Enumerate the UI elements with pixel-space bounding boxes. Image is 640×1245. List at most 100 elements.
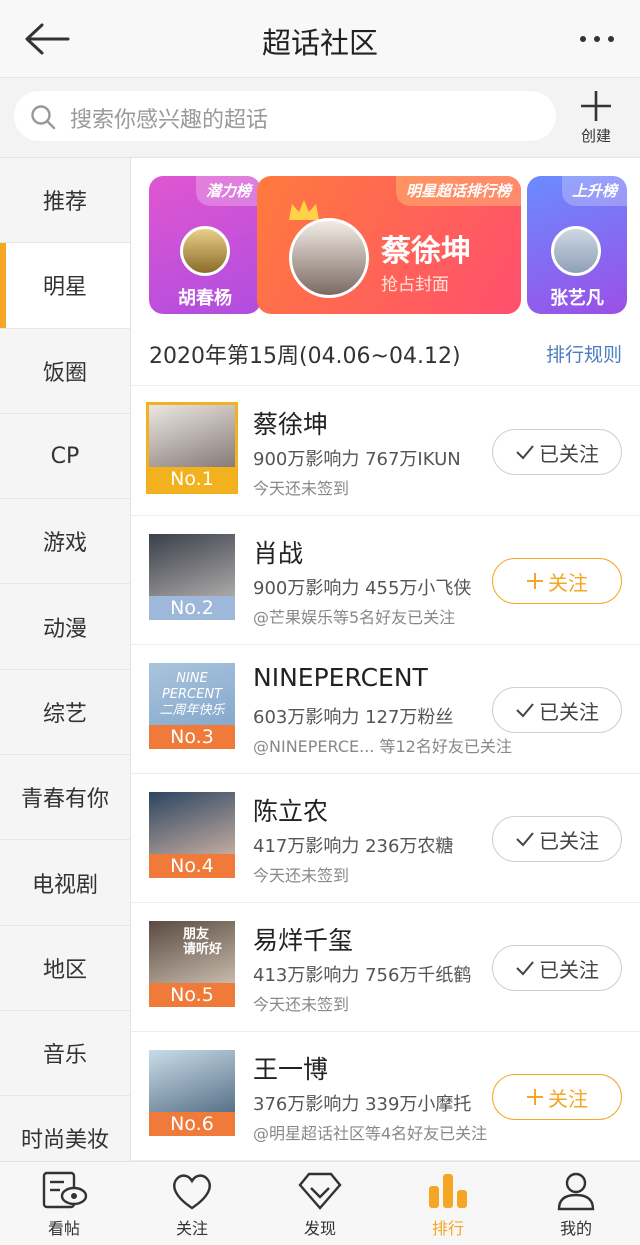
rising-list-card[interactable]: 上升榜 张艺凡 <box>527 176 627 314</box>
heart-icon <box>173 1174 211 1210</box>
rank-badge: No.6 <box>149 1112 235 1136</box>
star-thumbnail: No.2 <box>149 534 235 620</box>
followed-button[interactable]: 已关注 <box>492 429 622 475</box>
star-subtext: @明星超话社区等4名好友已关注 <box>253 1124 488 1143</box>
followed-button[interactable]: 已关注 <box>492 945 622 991</box>
check-icon <box>516 832 534 847</box>
star-subtext: 今天还未签到 <box>253 866 350 885</box>
followed-button[interactable]: 已关注 <box>492 687 622 733</box>
ranking-row[interactable]: 朋友 请听好 No.5 易烊千玺 413万影响力 756万千纸鹤 今天还未签到 … <box>131 903 640 1032</box>
banner-subtitle: 抢占封面 <box>381 275 449 295</box>
star-subtext: 今天还未签到 <box>253 995 350 1014</box>
avatar <box>551 226 601 276</box>
sidebar-item-music[interactable]: 音乐 <box>0 1011 130 1097</box>
search-row: 搜索你感兴趣的超话 创建 <box>0 78 640 158</box>
star-name: 王一博 <box>253 1055 329 1084</box>
top-star-name: 蔡徐坤 <box>381 234 471 269</box>
follow-button[interactable]: 关注 <box>492 558 622 604</box>
sidebar-item-anime[interactable]: 动漫 <box>0 584 130 670</box>
star-ranking-card[interactable]: 明星超话排行榜 蔡徐坤 抢占封面 <box>257 176 521 314</box>
star-thumbnail: NINE PERCENT 二周年快乐 No.3 <box>149 663 235 749</box>
sidebar-item-fandom[interactable]: 饭圈 <box>0 329 130 414</box>
thumb-text: NINE PERCENT 二周年快乐 <box>159 671 225 718</box>
star-name: 蔡徐坤 <box>253 410 329 439</box>
page-title: 超话社区 <box>261 26 378 60</box>
tab-posts[interactable]: 看帖 <box>0 1162 128 1245</box>
star-stats: 900万影响力 767万IKUN <box>253 449 461 470</box>
star-name: 易烊千玺 <box>253 926 354 955</box>
star-thumbnail: 朋友 请听好 No.5 <box>149 921 235 1007</box>
ranking-list: No.1 蔡徐坤 900万影响力 767万IKUN 今天还未签到 已关注 No.… <box>131 387 640 1161</box>
star-stats: 417万影响力 236万农糖 <box>253 836 454 857</box>
check-icon <box>516 703 534 718</box>
eye-doc-icon <box>42 1171 88 1209</box>
more-menu-icon[interactable] <box>580 36 614 42</box>
tab-label: 我的 <box>559 1219 592 1238</box>
tab-discover[interactable]: 发现 <box>256 1162 384 1245</box>
person-icon <box>557 1172 595 1211</box>
ranking-row[interactable]: No.2 肖战 900万影响力 455万小飞侠 @芒果娱乐等5名好友已关注 关注 <box>131 516 640 645</box>
week-label: 2020年第15周(04.06~04.12) <box>149 344 461 369</box>
ranking-banner: 潜力榜 胡春杨 明星超话排行榜 蔡徐坤 抢占封面 上升榜 张艺凡 <box>131 158 640 328</box>
tab-label: 看帖 <box>47 1219 80 1238</box>
sidebar-item-region[interactable]: 地区 <box>0 926 130 1011</box>
search-placeholder: 搜索你感兴趣的超话 <box>70 108 269 133</box>
star-stats: 900万影响力 455万小飞侠 <box>253 578 472 599</box>
star-ranking-tag: 明星超话排行榜 <box>395 176 521 206</box>
top-bar: 超话社区 <box>0 0 640 78</box>
sidebar-item-star[interactable]: 明星 <box>0 243 130 329</box>
star-subtext: @NINEPERCE... 等12名好友已关注 <box>253 737 512 756</box>
rising-list-tag: 上升榜 <box>561 176 627 206</box>
main-content: 潜力榜 胡春杨 明星超话排行榜 蔡徐坤 抢占封面 上升榜 张艺凡 2020年第1… <box>131 158 640 1161</box>
category-sidebar: 推荐 明星 饭圈 CP 游戏 动漫 综艺 青春有你 电视剧 地区 音乐 时尚美妆 <box>0 158 131 1182</box>
sidebar-item-games[interactable]: 游戏 <box>0 499 130 585</box>
tab-following[interactable]: 关注 <box>128 1162 256 1245</box>
star-subtext: @芒果娱乐等5名好友已关注 <box>253 608 456 627</box>
bottom-tab-bar: 看帖 关注 发现 排行 我的 <box>0 1161 640 1245</box>
star-stats: 376万影响力 339万小摩托 <box>253 1094 472 1115</box>
sidebar-item-tv[interactable]: 电视剧 <box>0 840 130 926</box>
star-thumbnail: No.4 <box>149 792 235 878</box>
star-stats: 413万影响力 756万千纸鹤 <box>253 965 472 986</box>
avatar <box>289 218 369 298</box>
potential-list-card[interactable]: 潜力榜 胡春杨 <box>149 176 261 314</box>
rank-badge: No.5 <box>149 983 235 1007</box>
sidebar-item-variety[interactable]: 综艺 <box>0 670 130 756</box>
sidebar-item-youth[interactable]: 青春有你 <box>0 755 130 841</box>
rank-badge: No.4 <box>149 854 235 878</box>
ranking-row[interactable]: No.6 王一博 376万影响力 339万小摩托 @明星超话社区等4名好友已关注… <box>131 1032 640 1161</box>
diamond-icon <box>298 1172 342 1210</box>
potential-star-name: 胡春杨 <box>178 288 232 309</box>
plus-icon <box>527 1089 543 1105</box>
bar-chart-icon <box>429 1174 467 1208</box>
star-stats: 603万影响力 127万粉丝 <box>253 707 454 728</box>
ranking-rules-link[interactable]: 排行规则 <box>546 340 622 367</box>
rank-badge: No.2 <box>149 596 235 620</box>
check-icon <box>516 445 534 460</box>
thumb-text: 朋友 请听好 <box>183 927 223 957</box>
check-icon <box>516 961 534 976</box>
plus-icon <box>527 573 543 589</box>
search-input[interactable]: 搜索你感兴趣的超话 <box>14 91 556 141</box>
rank-badge: No.3 <box>149 725 235 749</box>
tab-label: 关注 <box>175 1219 208 1238</box>
star-subtext: 今天还未签到 <box>253 479 350 498</box>
search-icon <box>31 105 56 130</box>
sidebar-item-recommend[interactable]: 推荐 <box>0 158 130 244</box>
sidebar-item-cp[interactable]: CP <box>0 414 130 500</box>
star-thumbnail: No.6 <box>149 1050 235 1136</box>
tab-label: 发现 <box>303 1219 336 1238</box>
star-name: NINEPERCENT <box>253 663 428 692</box>
ranking-row[interactable]: No.1 蔡徐坤 900万影响力 767万IKUN 今天还未签到 已关注 <box>131 387 640 516</box>
ranking-row[interactable]: No.4 陈立农 417万影响力 236万农糖 今天还未签到 已关注 <box>131 774 640 903</box>
star-name: 肖战 <box>253 539 304 568</box>
tab-ranking[interactable]: 排行 <box>384 1162 512 1245</box>
week-header: 2020年第15周(04.06~04.12) 排行规则 <box>131 324 640 386</box>
plus-icon <box>581 91 611 121</box>
followed-button[interactable]: 已关注 <box>492 816 622 862</box>
avatar <box>180 226 230 276</box>
follow-button[interactable]: 关注 <box>492 1074 622 1120</box>
tab-profile[interactable]: 我的 <box>512 1162 640 1245</box>
ranking-row[interactable]: NINE PERCENT 二周年快乐 No.3 NINEPERCENT 603万… <box>131 645 640 774</box>
create-button[interactable]: 创建 <box>572 88 620 148</box>
